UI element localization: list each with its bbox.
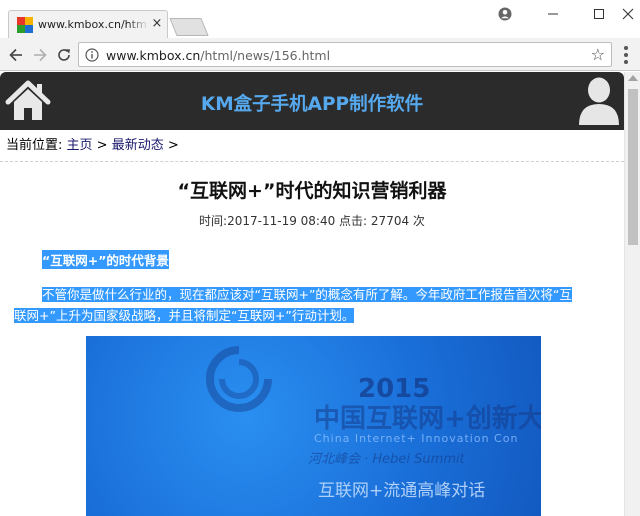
browser-toolbar: www.kmbox.cn/html/news/156.html ☆ — [0, 38, 640, 71]
tab-title-fade — [127, 13, 149, 37]
reload-icon[interactable] — [53, 44, 75, 66]
article-subheading: “互联网+”的时代背景 — [42, 250, 169, 269]
address-bar[interactable]: www.kmbox.cn/html/news/156.html ☆ — [78, 42, 612, 67]
meta-clicks-unit: 次 — [409, 214, 425, 228]
tab-close-icon[interactable]: × — [150, 15, 164, 33]
paragraph-line: 不管你是做什么行业的，现在都应该对“互联网+”的概念有所了解。今年政府工作报告首… — [42, 287, 572, 302]
browser-tab-bar: www.kmbox.cn/html/n × — [0, 0, 640, 38]
banner-en-title: China Internet+ Innovation Con — [314, 432, 519, 445]
user-icon[interactable] — [577, 75, 621, 125]
article-title: “互联网+”时代的知识营销利器 — [177, 180, 447, 202]
swirl-logo-icon — [206, 346, 272, 412]
site-header: KM盒子手机APP制作软件 — [0, 72, 624, 130]
banner-summit: 河北峰会 · Hebei Summit — [308, 452, 465, 467]
article-meta: 时间:2017-11-19 08:40 点击: 27704 次 — [0, 212, 624, 229]
site-title: KM盒子手机APP制作软件 — [200, 94, 424, 115]
window-close-icon[interactable] — [616, 0, 640, 28]
page-viewport: KM盒子手机APP制作软件 当前位置: 主页 > 最新动态 > “互联网+”时代… — [0, 72, 624, 516]
meta-clicks: 27704 — [370, 214, 410, 228]
star-icon[interactable]: ☆ — [591, 46, 605, 63]
browser-tab[interactable]: www.kmbox.cn/html/n × — [8, 10, 168, 38]
site-favicon-icon — [17, 17, 33, 33]
paragraph-line: 联网+”上升为国家级战略，并且将制定“互联网+”行动计划。 — [14, 308, 355, 323]
new-tab-button[interactable] — [169, 18, 209, 36]
breadcrumb-section-link[interactable]: 最新动态 — [112, 138, 164, 153]
article-paragraph: 不管你是做什么行业的，现在都应该对“互联网+”的概念有所了解。今年政府工作报告首… — [14, 284, 606, 326]
breadcrumb: 当前位置: 主页 > 最新动态 > — [0, 130, 624, 162]
url-path: /html/news/156.html — [200, 48, 331, 63]
scroll-up-icon[interactable] — [628, 75, 638, 81]
meta-clicks-label: 点击: — [335, 214, 371, 228]
breadcrumb-separator: > — [163, 138, 179, 153]
profile-icon[interactable] — [482, 0, 528, 28]
banner-cn-title: 中国互联网+创新大 — [314, 404, 541, 434]
meta-time-label: 时间: — [199, 214, 228, 228]
article-banner-image: 2015 中国互联网+创新大 China Internet+ Innovatio… — [86, 336, 541, 516]
url-host: www.kmbox.cn — [106, 48, 201, 63]
info-icon[interactable] — [85, 48, 99, 62]
breadcrumb-prefix: 当前位置: — [6, 138, 67, 153]
address-url: www.kmbox.cn/html/news/156.html — [106, 48, 330, 63]
scroll-thumb[interactable] — [628, 89, 638, 245]
arrow-left-icon[interactable] — [5, 44, 27, 66]
meta-time: 2017-11-19 08:40 — [227, 214, 336, 228]
page-scrollbar[interactable] — [624, 72, 640, 516]
arrow-right-icon[interactable] — [29, 44, 51, 66]
breadcrumb-separator: > — [92, 138, 112, 153]
menu-dots-icon[interactable] — [616, 46, 636, 64]
banner-slogan: 互联网+流通高峰对话 — [318, 481, 486, 501]
breadcrumb-home-link[interactable]: 主页 — [67, 138, 93, 153]
window-minimize-icon[interactable] — [530, 0, 576, 28]
